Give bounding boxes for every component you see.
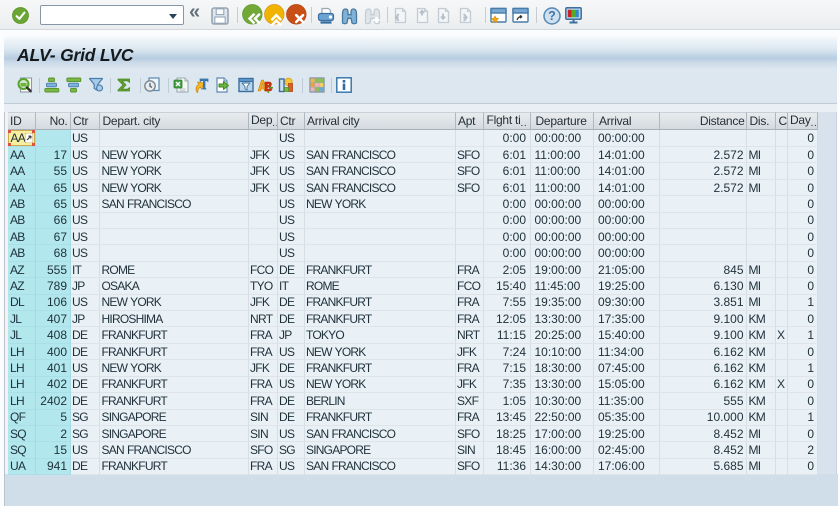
svg-text:?: ? [548, 9, 556, 23]
